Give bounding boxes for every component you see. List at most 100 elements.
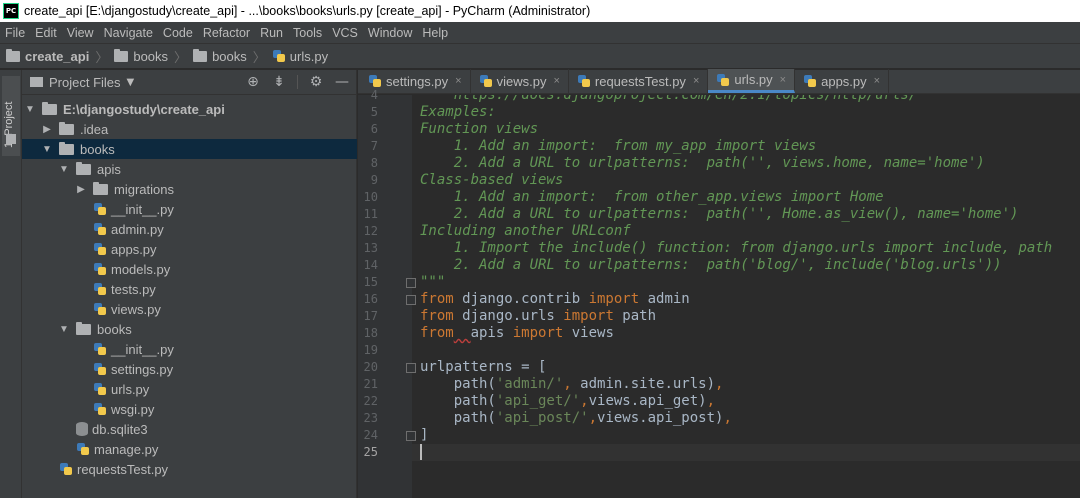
chevron-down-icon[interactable]: ▼ bbox=[41, 144, 53, 155]
breadcrumb-item[interactable]: urls.py bbox=[272, 49, 328, 64]
tree-item[interactable]: db.sqlite3 bbox=[22, 419, 357, 439]
chevron-right-icon[interactable]: ▶ bbox=[75, 184, 87, 195]
line-number: 15 bbox=[363, 275, 378, 289]
folder-icon bbox=[59, 141, 74, 155]
tree-item[interactable]: ▶ .idea bbox=[22, 119, 357, 139]
breadcrumb-item[interactable]: books bbox=[114, 48, 168, 64]
tree-item[interactable]: __init__.py bbox=[22, 339, 357, 359]
tree-item[interactable]: manage.py bbox=[22, 439, 357, 459]
menu-refactor[interactable]: Refactor bbox=[198, 26, 255, 40]
code-editor[interactable]: https://docs.djangoproject.com/en/2.1/to… bbox=[412, 95, 1080, 498]
menu-view[interactable]: View bbox=[62, 26, 99, 40]
tab-apps[interactable]: apps.py × bbox=[795, 69, 890, 93]
line-number: 12 bbox=[363, 224, 378, 238]
code-token: admin.site.urls) bbox=[571, 376, 716, 392]
folder-icon bbox=[42, 101, 57, 115]
menu-run[interactable]: Run bbox=[255, 26, 288, 40]
chevron-down-icon[interactable]: ▼ bbox=[24, 104, 36, 115]
tree-item[interactable]: urls.py bbox=[22, 379, 357, 399]
code-line: 2. Add a URL to urlpatterns: path('', Ho… bbox=[420, 206, 1019, 222]
tab-label: urls.py bbox=[734, 72, 773, 87]
menu-navigate[interactable]: Navigate bbox=[99, 26, 158, 40]
tree-item[interactable]: apps.py bbox=[22, 239, 357, 259]
code-keyword: import bbox=[563, 308, 614, 324]
tree-item[interactable]: ▼ books bbox=[22, 319, 357, 339]
tree-item[interactable]: tests.py bbox=[22, 279, 357, 299]
python-file-icon bbox=[93, 262, 107, 276]
tree-item[interactable]: requestsTest.py bbox=[22, 459, 357, 479]
close-icon[interactable]: × bbox=[780, 74, 786, 86]
project-panel-header: Project Files ▼ ⊕ ⇟ ⚙ — bbox=[22, 70, 356, 95]
close-icon[interactable]: × bbox=[693, 75, 699, 87]
menu-file[interactable]: File bbox=[0, 26, 30, 40]
menu-code[interactable]: Code bbox=[158, 26, 198, 40]
tree-item-label: views.py bbox=[111, 301, 161, 317]
folder-icon bbox=[114, 48, 129, 62]
tab-requeststest[interactable]: requestsTest.py × bbox=[569, 69, 709, 93]
code-line: Class-based views bbox=[420, 172, 564, 188]
line-number: 14 bbox=[363, 258, 378, 272]
chevron-down-icon[interactable]: ▼ bbox=[58, 324, 70, 335]
code-keyword: , bbox=[706, 393, 716, 409]
python-file-icon bbox=[479, 74, 493, 88]
code-keyword: , bbox=[715, 376, 724, 392]
chevron-right-icon[interactable]: ▶ bbox=[41, 124, 53, 135]
code-line: Examples: bbox=[420, 104, 496, 120]
line-number: 13 bbox=[363, 241, 378, 255]
close-icon[interactable]: × bbox=[553, 75, 559, 87]
tree-item[interactable]: views.py bbox=[22, 299, 357, 319]
menu-tools[interactable]: Tools bbox=[288, 26, 327, 40]
chevron-down-icon[interactable]: ▼ bbox=[127, 77, 135, 88]
tree-item[interactable]: admin.py bbox=[22, 219, 357, 239]
tree-item[interactable]: settings.py bbox=[22, 359, 357, 379]
pycharm-logo-icon: PC bbox=[3, 3, 19, 19]
python-file-icon bbox=[93, 342, 107, 356]
line-number: 4 bbox=[370, 88, 378, 102]
menu-window[interactable]: Window bbox=[363, 26, 417, 40]
python-file-icon bbox=[76, 442, 90, 456]
code-token: path( bbox=[420, 393, 496, 409]
target-icon[interactable]: ⊕ bbox=[245, 74, 261, 90]
code-string: 'admin/' bbox=[495, 376, 564, 392]
tab-urls[interactable]: urls.py × bbox=[708, 69, 796, 93]
tree-item[interactable]: ▶ migrations bbox=[22, 179, 357, 199]
tree-item-label: requestsTest.py bbox=[77, 461, 169, 477]
tree-item[interactable]: __init__.py bbox=[22, 199, 357, 219]
tree-item[interactable]: ▼ books bbox=[22, 139, 357, 159]
python-file-icon bbox=[716, 73, 730, 87]
line-number: 9 bbox=[370, 173, 378, 187]
breadcrumb-item[interactable]: books bbox=[193, 48, 247, 64]
tree-item[interactable]: wsgi.py bbox=[22, 399, 357, 419]
line-number: 8 bbox=[370, 156, 378, 170]
gear-icon[interactable]: ⚙ bbox=[308, 74, 324, 90]
menu-edit[interactable]: Edit bbox=[30, 26, 62, 40]
code-token: django.urls bbox=[453, 308, 564, 324]
menu-vcs[interactable]: VCS bbox=[327, 26, 363, 40]
code-token: apis bbox=[470, 325, 513, 341]
breadcrumb-separator: 〉 bbox=[174, 50, 188, 66]
line-number: 18 bbox=[363, 326, 378, 340]
chevron-down-icon[interactable]: ▼ bbox=[58, 164, 70, 175]
tree-item[interactable]: ▼ apis bbox=[22, 159, 357, 179]
tree-item-label: books bbox=[80, 141, 115, 157]
project-view-selector[interactable]: Project Files bbox=[49, 75, 121, 90]
tree-item[interactable]: ▼ E:\djangostudy\create_api bbox=[22, 99, 357, 119]
folder-icon bbox=[93, 181, 108, 195]
menu-help[interactable]: Help bbox=[417, 26, 453, 40]
tree-item[interactable]: models.py bbox=[22, 259, 357, 279]
collapse-icon[interactable]: ⇟ bbox=[271, 74, 287, 90]
close-icon[interactable]: × bbox=[455, 75, 461, 87]
code-line bbox=[412, 444, 1080, 461]
tab-views[interactable]: views.py × bbox=[471, 69, 569, 93]
close-icon[interactable]: × bbox=[874, 75, 880, 87]
code-line: path('api_post/',views.api_post), bbox=[420, 410, 732, 427]
folder-icon bbox=[76, 321, 91, 335]
line-number: 11 bbox=[363, 207, 378, 221]
python-file-icon bbox=[803, 74, 817, 88]
breadcrumb-item[interactable]: create_api bbox=[6, 48, 89, 64]
code-token: admin bbox=[639, 291, 690, 307]
code-string: 'api_get/' bbox=[495, 393, 581, 409]
line-number: 24 bbox=[363, 428, 378, 442]
code-token: urlpatterns = [ bbox=[420, 359, 547, 375]
line-number: 22 bbox=[363, 394, 378, 408]
